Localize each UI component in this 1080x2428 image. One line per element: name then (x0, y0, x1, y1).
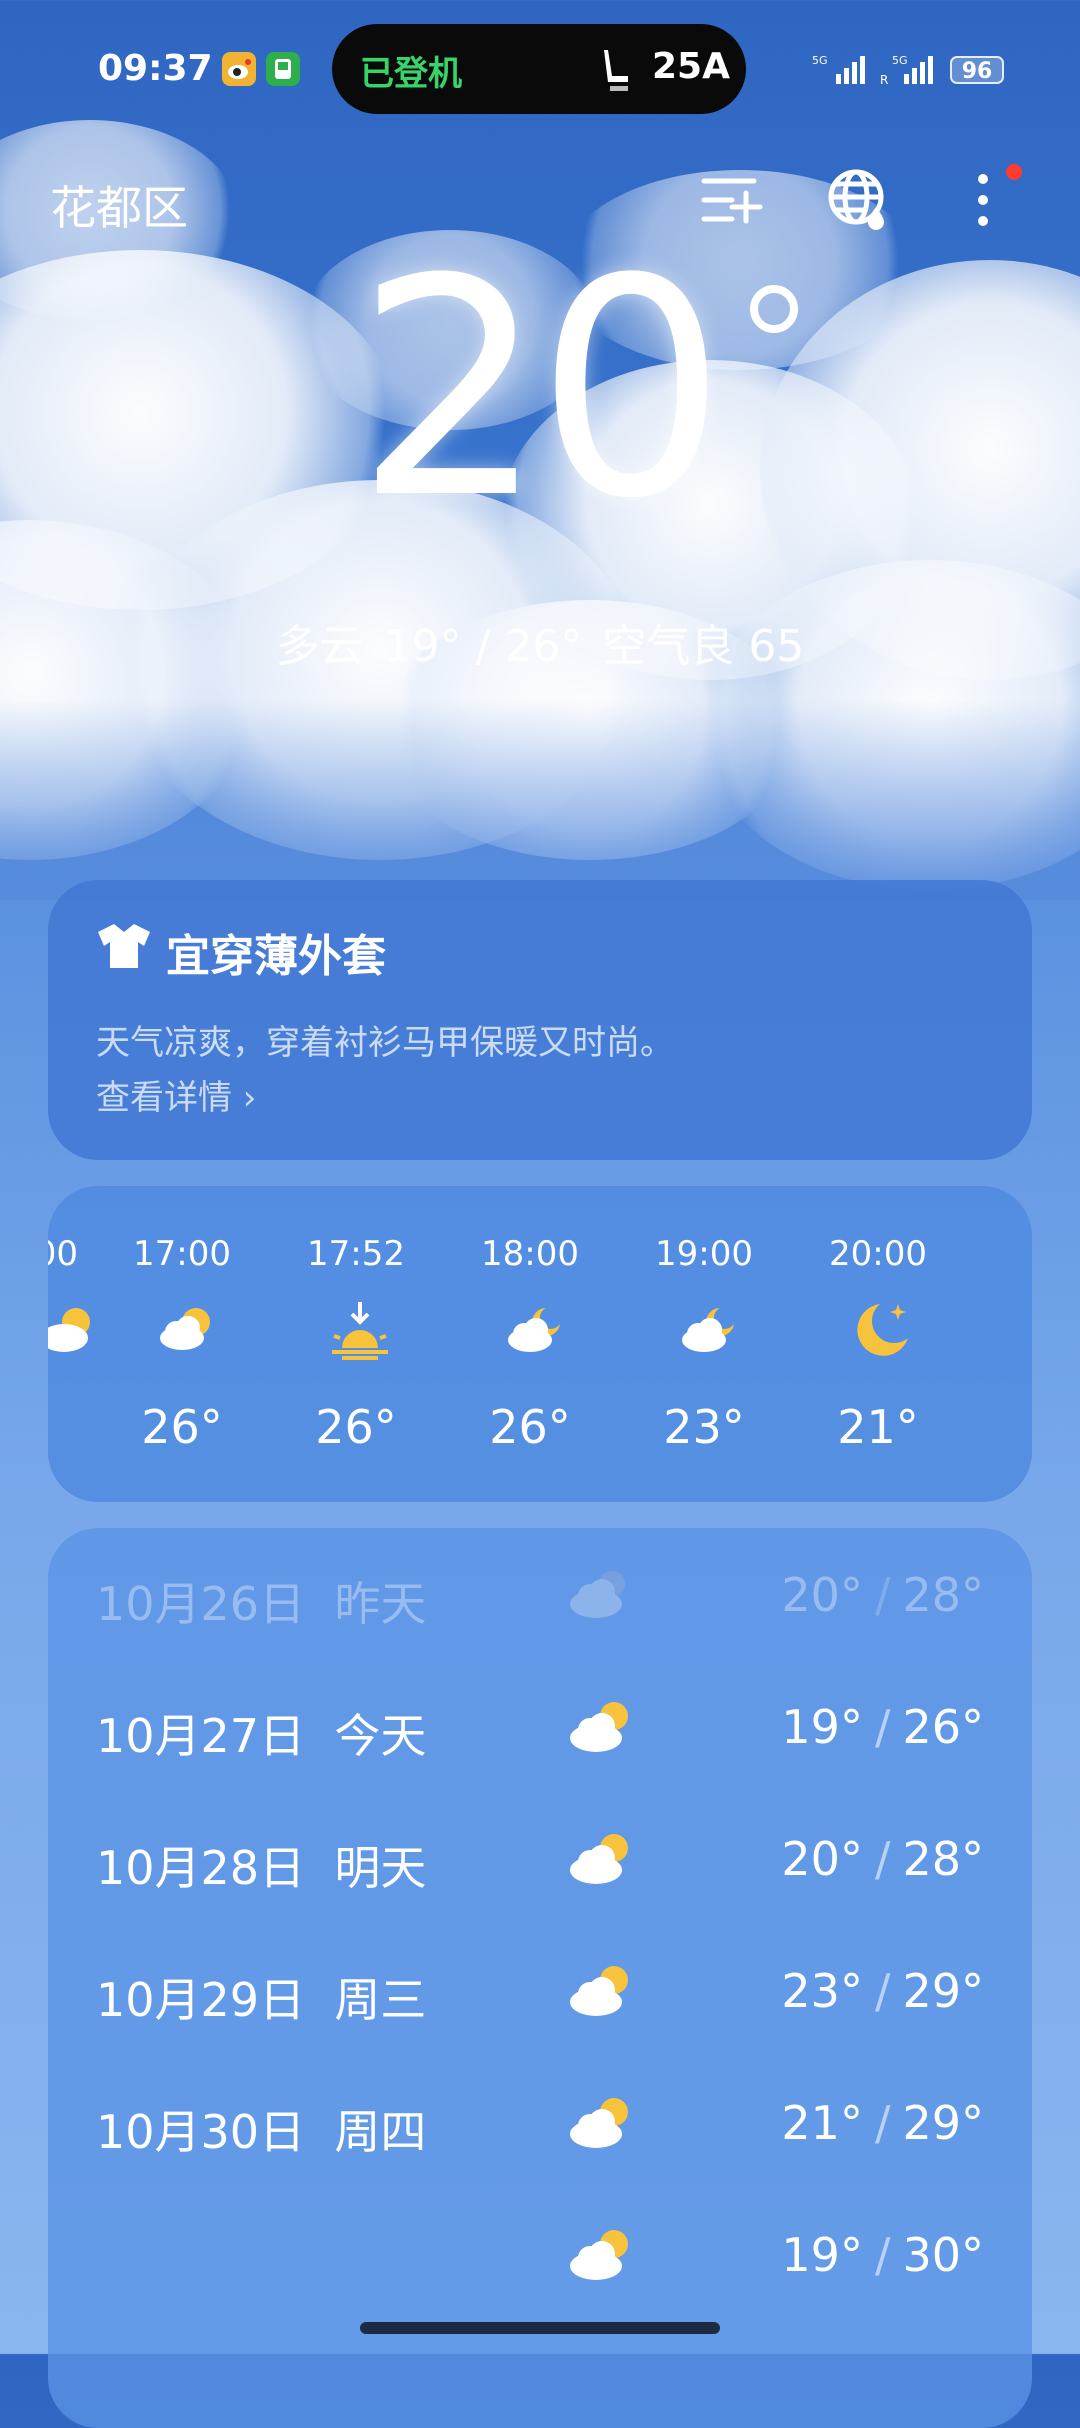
svg-text:R: R (880, 73, 888, 86)
travel-app-icon (266, 52, 300, 86)
partly-cloudy-day-icon (564, 1564, 634, 1624)
hour-item: 20:00 21° (829, 1234, 927, 1454)
hourly-forecast-card[interactable]: 00 6° 17:00 26° 17:52 26° 18:00 26° 19:0… (48, 1186, 1032, 1502)
current-summary: 多云 19° / 26° 空气良 65 (0, 610, 1080, 674)
partly-cloudy-day-icon (564, 2224, 634, 2284)
daily-row-tomorrow[interactable]: 10月28日 明天 20°/28° (48, 1792, 1032, 1922)
daily-forecast-card[interactable]: 10月26日 昨天 20°/28° 10月27日 今天 19°/26° 10月2… (48, 1528, 1032, 2428)
hour-item: 17:00 26° (133, 1234, 231, 1454)
partly-cloudy-day-icon (564, 1960, 634, 2020)
daily-row-yesterday[interactable]: 10月26日 昨天 20°/28° (48, 1528, 1032, 1658)
city-name[interactable]: 花都区 (50, 172, 188, 238)
aqi-text[interactable]: 空气良 65 (602, 621, 804, 672)
partly-cloudy-day-icon (564, 1828, 634, 1888)
boarding-status: 已登机 (360, 54, 462, 94)
seat-number: 25A (652, 46, 730, 87)
clothing-description: 天气凉爽，穿着衬衫马甲保暖又时尚。 (96, 1023, 674, 1063)
condition-text: 多云 (275, 621, 364, 672)
crescent-moon-icon (850, 1298, 914, 1362)
view-details-link[interactable]: 查看详情 › (96, 1070, 256, 1119)
sunset-icon (328, 1298, 392, 1362)
partly-cloudy-night-icon (676, 1298, 740, 1362)
shirt-icon (96, 922, 152, 970)
weibo-app-icon (222, 52, 256, 86)
status-time: 09:37 (98, 48, 213, 89)
partly-cloudy-night-icon (502, 1298, 566, 1362)
partly-cloudy-day-icon (154, 1298, 218, 1362)
signal-icon-2: 5G R (880, 54, 933, 86)
daily-row-today[interactable]: 10月27日 今天 19°/26° (48, 1660, 1032, 1790)
clothing-advice-card[interactable]: 宜穿薄外套 天气凉爽，穿着衬衫马甲保暖又时尚。 查看详情 › (48, 880, 1032, 1160)
clothing-title: 宜穿薄外套 (166, 931, 386, 982)
daily-row[interactable]: 19°/30° (48, 2188, 1032, 2318)
degree-symbol (750, 285, 798, 333)
battery-indicator: 96 (950, 56, 1004, 84)
partly-cloudy-day-icon (564, 1696, 634, 1756)
svg-text:5G: 5G (812, 54, 828, 67)
seat-icon (598, 46, 632, 94)
globe-weather-button[interactable] (824, 165, 894, 235)
hour-item: 19:00 23° (655, 1234, 753, 1454)
signal-icon: 5G (812, 54, 865, 84)
notification-dot (1006, 164, 1022, 180)
partly-cloudy-day-icon (48, 1298, 98, 1362)
partly-cloudy-day-icon (564, 2092, 634, 2152)
hour-item: 17:52 26° (307, 1234, 405, 1454)
current-temperature: 20 (355, 215, 727, 564)
svg-text:5G: 5G (892, 54, 908, 67)
daily-row[interactable]: 10月29日 周三 23°/29° (48, 1924, 1032, 2054)
temp-range-text: 19° / 26° (383, 621, 583, 672)
daily-row[interactable]: 10月30日 周四 21°/29° (48, 2056, 1032, 2186)
status-bar: 09:37 已登机 25A 5G 5G R 96 (0, 0, 1080, 140)
hour-item: 18:00 26° (481, 1234, 579, 1454)
home-indicator[interactable] (360, 2322, 720, 2334)
live-activity-pill[interactable]: 已登机 25A (332, 24, 746, 114)
